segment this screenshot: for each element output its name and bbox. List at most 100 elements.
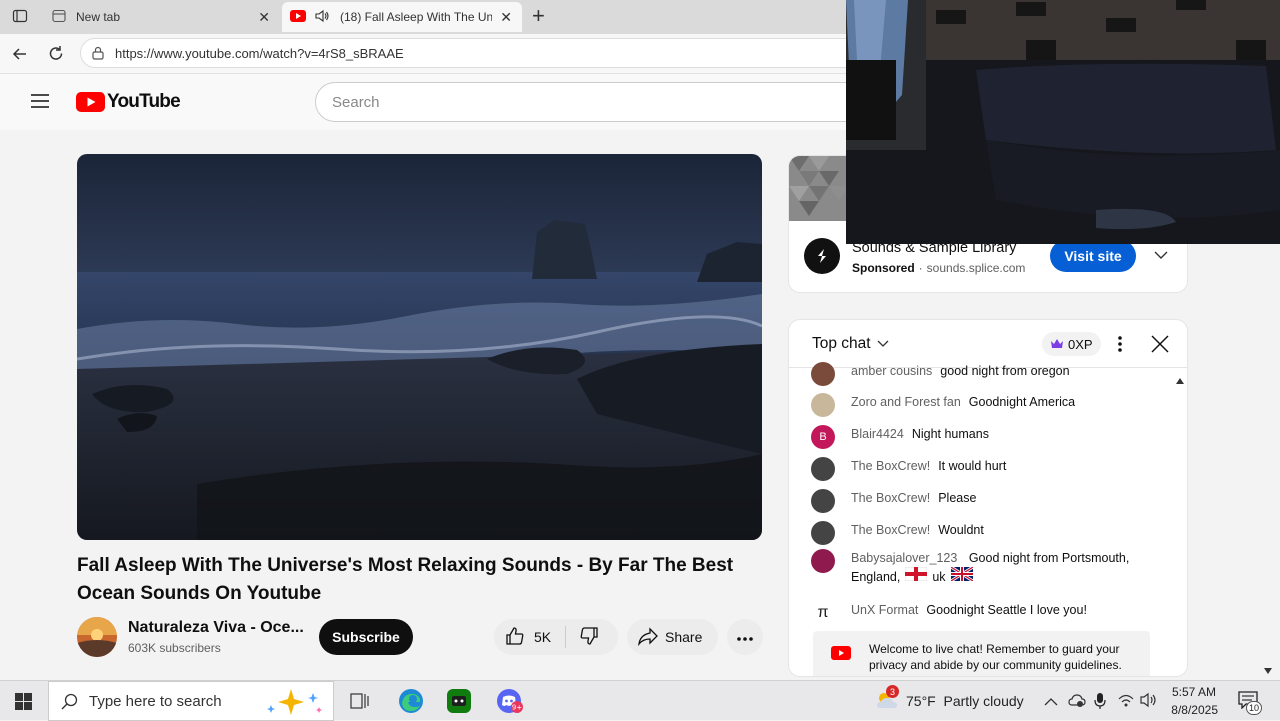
subscriber-count: 603K subscribers — [128, 641, 221, 655]
chat-author: Blair4424 — [851, 427, 904, 441]
chat-text: good night from oregon — [940, 364, 1070, 378]
subscribe-button[interactable]: Subscribe — [319, 619, 413, 655]
video-title: Fall Asleep With The Universe's Most Rel… — [77, 555, 734, 604]
channel-avatar[interactable] — [77, 617, 117, 657]
chat-author: The BoxCrew! — [851, 459, 931, 473]
site-info-lock-icon[interactable] — [91, 46, 105, 63]
scroll-up-arrow-icon[interactable] — [1175, 372, 1185, 390]
share-arrow-icon — [637, 625, 659, 650]
thumbs-down-icon[interactable] — [578, 625, 600, 650]
chat-avatar — [811, 489, 835, 513]
tab-new-tab[interactable]: New tab ✕ — [40, 2, 280, 32]
more-actions-button[interactable] — [727, 619, 763, 655]
youtube-favicon-icon — [290, 9, 306, 25]
cloud-sync-icon[interactable] — [1068, 692, 1086, 713]
chat-message[interactable]: The BoxCrew! Please — [811, 489, 976, 513]
close-tab-icon[interactable]: ✕ — [258, 9, 270, 26]
chat-author: The BoxCrew! — [851, 523, 931, 537]
clock-date[interactable]: 8/8/2025 — [1166, 703, 1218, 717]
channel-name[interactable]: Naturaleza Viva - Oce... — [128, 619, 304, 637]
microphone-icon[interactable] — [1094, 692, 1106, 715]
refresh-icon[interactable] — [46, 44, 66, 69]
chat-message[interactable]: π UnX Format Goodnight Seattle I love yo… — [811, 601, 1087, 625]
chevron-down-icon[interactable] — [1153, 248, 1169, 266]
chat-avatar — [811, 393, 835, 417]
chat-author: Babysajalover_123 — [851, 551, 958, 565]
chat-text: Goodnight America — [968, 395, 1076, 409]
chat-text: Night humans — [911, 427, 989, 441]
ad-domain: sounds.splice.com — [926, 261, 1026, 275]
clock-time[interactable]: 5:57 AM — [1170, 685, 1216, 699]
youtube-logo[interactable]: YouTube — [76, 91, 181, 113]
england-flag-icon — [904, 566, 928, 586]
chat-avatar: B — [811, 425, 835, 449]
visit-site-button[interactable]: Visit site — [1050, 240, 1136, 272]
notification-count-badge: 10 — [1246, 701, 1262, 715]
svg-text:9+: 9+ — [512, 704, 522, 712]
chat-welcome-banner: Welcome to live chat! Remember to guard … — [813, 631, 1150, 676]
chevron-up-icon[interactable] — [1044, 694, 1058, 712]
youtube-logo-text: YouTube — [107, 91, 181, 112]
new-tab-page-icon — [52, 9, 66, 26]
xp-value: 0XP — [1068, 336, 1093, 352]
youtube-logo-icon — [76, 92, 105, 112]
speaker-audio-icon[interactable] — [314, 8, 330, 27]
more-vertical-icon[interactable] — [1117, 335, 1123, 358]
ad-thumbnail[interactable] — [789, 156, 849, 221]
top-chat-dropdown[interactable]: Top chat — [812, 335, 889, 353]
chat-avatar — [811, 362, 835, 386]
back-arrow-icon[interactable] — [10, 44, 30, 69]
url-field[interactable]: https://www.youtube.com/watch?v=4rS8_sBR… — [80, 38, 880, 68]
like-divider — [565, 626, 567, 648]
share-button[interactable]: Share — [627, 619, 718, 655]
search-icon — [61, 693, 78, 714]
weather-text[interactable]: 75°F Partly cloudy — [906, 693, 1024, 709]
webcam-feed — [846, 0, 1280, 244]
top-chat-label: Top chat — [812, 335, 871, 352]
page-scroll-down-arrow-icon[interactable] — [1263, 662, 1273, 680]
windows-start-icon[interactable] — [15, 693, 32, 715]
like-count[interactable]: 5K — [534, 629, 551, 645]
chat-message[interactable]: Babysajalover_123 Good night from Portsm… — [811, 549, 1171, 586]
edge-browser-icon[interactable] — [398, 688, 424, 719]
taskbar-search-input[interactable]: Type here to search — [48, 681, 334, 721]
thumbs-up-icon[interactable] — [504, 625, 526, 650]
sponsored-label: Sponsored — [852, 261, 915, 275]
splice-logo-icon — [804, 238, 840, 274]
chat-author: Zoro and Forest fan — [851, 395, 961, 409]
sparkle-highlight-icon — [263, 687, 327, 721]
chat-message[interactable]: Zoro and Forest fan Goodnight America — [811, 393, 1075, 417]
menu-hamburger-icon[interactable] — [30, 93, 50, 114]
chat-message[interactable]: The BoxCrew! It would hurt — [811, 457, 1006, 481]
chat-text: It would hurt — [938, 459, 1007, 473]
chat-text: Goodnight Seattle I love you! — [926, 603, 1087, 617]
tab-actions-icon[interactable] — [12, 8, 28, 29]
chat-message[interactable]: B Blair4424 Night humans — [811, 425, 989, 449]
task-view-icon[interactable] — [350, 691, 370, 716]
chat-avatar — [811, 457, 835, 481]
chat-message[interactable]: The BoxCrew! Wouldnt — [811, 521, 984, 545]
xbox-app-icon[interactable] — [446, 688, 472, 719]
xp-badge[interactable]: 0XP — [1042, 332, 1101, 356]
crown-icon — [1050, 337, 1064, 352]
chat-avatar — [811, 521, 835, 545]
video-frame-ocean-night — [77, 154, 762, 540]
close-chat-icon[interactable] — [1151, 335, 1169, 358]
tab-youtube[interactable]: (18) Fall Asleep With The Univ ✕ — [282, 2, 522, 32]
volume-icon[interactable] — [1140, 692, 1158, 713]
discord-icon[interactable]: 9+ — [496, 687, 524, 720]
new-tab-plus-icon[interactable]: + — [532, 5, 545, 27]
close-tab-icon[interactable]: ✕ — [500, 9, 512, 26]
chat-author: The BoxCrew! — [851, 491, 931, 505]
video-player[interactable] — [77, 154, 762, 540]
uk-flag-icon — [949, 565, 974, 586]
chevron-down-icon — [877, 335, 889, 353]
chat-avatar — [811, 549, 835, 573]
share-label: Share — [665, 629, 703, 645]
search-placeholder: Search — [332, 93, 380, 111]
wifi-icon[interactable] — [1117, 692, 1135, 713]
more-horizontal-icon — [736, 629, 754, 645]
search-input[interactable]: Search — [315, 82, 875, 122]
chat-message[interactable]: amber cousins good night from oregon — [811, 362, 1070, 386]
chat-text-line2: England, — [851, 569, 901, 584]
